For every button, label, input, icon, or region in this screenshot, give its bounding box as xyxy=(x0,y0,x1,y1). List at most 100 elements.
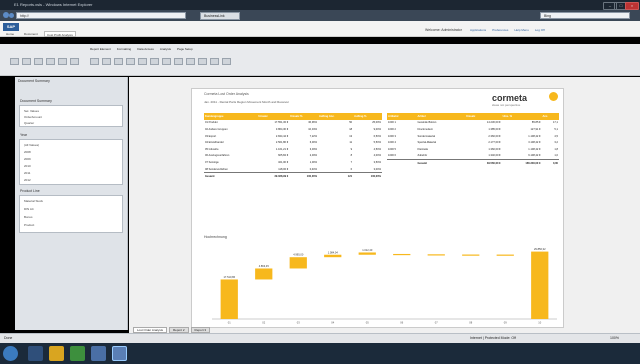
ie-icon[interactable] xyxy=(112,346,127,361)
address-input[interactable]: http:// xyxy=(16,12,186,19)
table-cell: 3,03% xyxy=(309,147,318,151)
start-button[interactable] xyxy=(3,346,18,361)
table-cell: 8 xyxy=(350,154,353,158)
forward-icon[interactable] xyxy=(9,13,14,18)
undo-icon[interactable] xyxy=(58,58,67,65)
list-item[interactable]: Bonus xyxy=(24,215,33,219)
close-button[interactable]: × xyxy=(625,2,639,10)
table-cell: 2,03% xyxy=(309,154,318,158)
menu-data-access[interactable]: Data Access xyxy=(137,47,154,51)
table-cell: 3,2 xyxy=(554,141,558,145)
chrome-icon[interactable] xyxy=(70,346,85,361)
table-cell: Kleinteile xyxy=(417,147,429,151)
list-item[interactable]: OrderAmount xyxy=(24,115,42,119)
link-logoff[interactable]: Log Off xyxy=(535,28,545,32)
list-item[interactable]: DIN A4 xyxy=(24,207,34,211)
tab-document[interactable]: Document xyxy=(22,31,40,37)
table-cell: 3.864,30 € xyxy=(275,127,289,131)
link-applications[interactable]: Applications xyxy=(470,28,486,32)
link-preferences[interactable]: Preferences xyxy=(492,28,508,32)
sort-icon[interactable] xyxy=(210,58,219,65)
list-item[interactable]: (All Values) xyxy=(24,143,39,147)
fill-color-icon[interactable] xyxy=(174,58,183,65)
folder-icon[interactable] xyxy=(49,346,64,361)
list-item[interactable]: 2009 xyxy=(24,157,31,161)
table-row: 1000 4 Spezial-Material 2.177,00 € 3.108,42… xyxy=(387,139,559,146)
print-icon[interactable] xyxy=(46,58,55,65)
table-row: 1000 6 Zubehör 1.340,00 € 9.108,42 € 1,0 xyxy=(387,153,559,160)
align-center-icon[interactable] xyxy=(138,58,147,65)
data-label: 1.012,40 xyxy=(362,248,373,252)
font-color-icon[interactable] xyxy=(186,58,195,65)
table-cell: 1000 4 xyxy=(388,141,396,145)
table-cell: 17,1 xyxy=(552,121,558,125)
table-cell: 3.108,42 € xyxy=(528,141,541,145)
table-cell: 10,04% xyxy=(308,127,318,131)
report-company: Cormeta Lost Order Analysis xyxy=(204,92,249,96)
bold-icon[interactable] xyxy=(90,58,99,65)
search-input[interactable]: Bing xyxy=(540,12,630,19)
menu-analysis[interactable]: Analysis xyxy=(160,47,171,51)
menu-report-element[interactable]: Report Element xyxy=(90,47,111,51)
table-cell: 6,00% xyxy=(309,141,318,145)
align-left-icon[interactable] xyxy=(126,58,135,65)
table-header: Artikelnr Artikel Umsatz Ums. % Anz. xyxy=(387,113,559,120)
table-cell: 4,00% xyxy=(373,154,381,158)
zoom-level[interactable]: 100% xyxy=(610,336,619,340)
browser-tab[interactable]: BusinessLink xyxy=(200,12,240,20)
table-row: 1000 2 Druckmuttern 1.385,00 € 127,91 € 5,1 xyxy=(387,126,559,133)
table-cell: 11 xyxy=(349,141,353,145)
table-cell: 6 xyxy=(350,167,353,171)
align-right-icon[interactable] xyxy=(150,58,159,65)
table-cell: Umsatz % xyxy=(289,113,319,120)
security-zone: Internet | Protected Mode: Off xyxy=(470,336,516,340)
menu-formatting[interactable]: Formatting xyxy=(117,47,131,51)
chart-bar xyxy=(393,253,411,256)
redo-icon[interactable] xyxy=(70,58,79,65)
table-cell: Zubehör xyxy=(417,154,428,158)
list-item[interactable]: 2010 xyxy=(24,164,31,168)
tick-label: 03 xyxy=(297,321,300,325)
data-label: 4.863,45 xyxy=(259,264,270,268)
brand-name: cormeta xyxy=(492,93,528,103)
save-icon[interactable] xyxy=(34,58,43,65)
table-cell: Umsatz xyxy=(465,113,502,120)
app-icon[interactable] xyxy=(91,346,106,361)
table-cell: Gesamt xyxy=(204,172,258,180)
list-item[interactable]: 2012 xyxy=(24,178,31,182)
filter-icon[interactable] xyxy=(198,58,207,65)
tab-cost-profit[interactable]: Cost Profit Analysis xyxy=(44,31,76,37)
list-item[interactable]: Material Stock xyxy=(24,199,43,203)
table-cell: 1,0 xyxy=(554,154,558,158)
table-cell: Druckmuttern xyxy=(417,127,434,131)
table-cell: 05 Industrie xyxy=(205,147,219,151)
list-item[interactable]: 2008 xyxy=(24,150,31,154)
table-cell: Artikel xyxy=(416,113,466,120)
panel-header: Document Summary xyxy=(18,79,50,83)
tick-label: 01 xyxy=(228,321,231,325)
menu-page-setup[interactable]: Page Setup xyxy=(177,47,193,51)
table-cell: 3,00% xyxy=(373,167,381,171)
table-cell: 29.028,99 € xyxy=(257,172,290,180)
sap-logo: SAP xyxy=(3,23,19,31)
table-row: 1000 3 Sondermaterial 2.360,00 € 1.108,42 €… xyxy=(387,133,559,140)
underline-icon[interactable] xyxy=(114,58,123,65)
explorer-icon[interactable] xyxy=(28,346,43,361)
list-item[interactable]: Sel. Values xyxy=(24,109,39,113)
italic-icon[interactable] xyxy=(102,58,111,65)
chart-icon[interactable] xyxy=(222,58,231,65)
open-icon[interactable] xyxy=(22,58,31,65)
new-icon[interactable] xyxy=(10,58,19,65)
table-row: 05 Industrie 1.161,21 € 3,03% 9 4,50% xyxy=(204,146,382,153)
list-item[interactable]: Quarter xyxy=(24,121,34,125)
table-cell: 39.560,00 € xyxy=(465,159,502,167)
link-help[interactable]: Help Menu xyxy=(514,28,529,32)
table-cell: Artikelnr xyxy=(387,113,417,120)
list-item[interactable]: 2011 xyxy=(24,171,30,175)
table-cell xyxy=(387,159,417,167)
table-cell: Sondermaterial xyxy=(417,134,436,138)
table-cell: 166.230,00 € xyxy=(501,159,542,167)
tab-home[interactable]: Home xyxy=(4,31,16,37)
border-icon[interactable] xyxy=(162,58,171,65)
list-item[interactable]: Product xyxy=(24,223,34,227)
